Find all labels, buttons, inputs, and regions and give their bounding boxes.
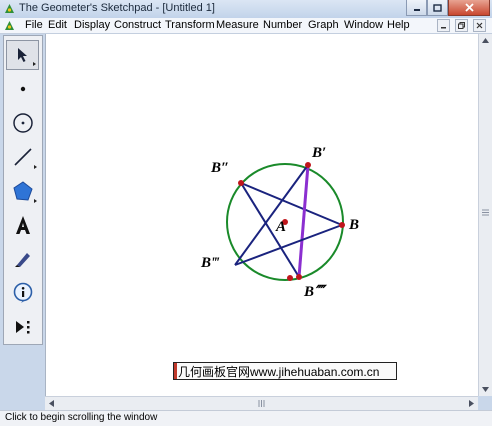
text-tool[interactable] — [6, 210, 39, 240]
status-text: Click to begin scrolling the window — [5, 412, 158, 423]
arrow-down-icon — [482, 387, 489, 392]
custom-tool-icon — [15, 321, 29, 334]
grip-icon — [258, 400, 265, 407]
menu-window[interactable]: Window — [344, 19, 383, 31]
information-icon — [13, 282, 32, 303]
menu-construct[interactable]: Construct — [114, 19, 161, 31]
restore-icon — [458, 22, 465, 29]
minimize-button[interactable] — [406, 0, 427, 16]
menu-display[interactable]: Display — [74, 19, 110, 31]
menu-file[interactable]: File — [25, 19, 43, 31]
maximize-button[interactable] — [427, 0, 448, 16]
polygon-tool[interactable] — [6, 176, 39, 206]
scroll-up-button[interactable] — [479, 34, 492, 47]
arrow-up-icon — [482, 38, 489, 43]
marker-tool[interactable] — [6, 244, 39, 274]
point-b-prime[interactable] — [305, 162, 311, 168]
label-b-triple-prime[interactable]: B‴ — [201, 255, 219, 272]
label-b-double-prime[interactable]: B″ — [211, 160, 229, 177]
text-icon — [15, 216, 30, 234]
point-b-double-prime[interactable] — [238, 180, 244, 186]
star-segment-b-b2[interactable] — [240, 182, 343, 226]
window-title: The Geometer's Sketchpad - [Untitled 1] — [19, 2, 215, 14]
tool-menu-indicator — [33, 62, 36, 66]
document-icon[interactable] — [4, 20, 15, 31]
polygon-icon — [12, 181, 33, 201]
vertical-scrollbar[interactable] — [478, 34, 492, 396]
arrow-right-icon — [469, 400, 474, 407]
app-icon — [5, 4, 14, 13]
document-close-button[interactable] — [473, 19, 486, 32]
horizontal-scrollbar[interactable] — [45, 396, 478, 410]
star-segment-b2-b4[interactable] — [240, 182, 300, 278]
scroll-right-button[interactable] — [465, 397, 478, 410]
menu-number[interactable]: Number — [263, 19, 302, 31]
close-icon — [476, 22, 483, 29]
compass-tool[interactable] — [6, 108, 39, 138]
scroll-down-button[interactable] — [479, 383, 492, 396]
minimize-icon — [413, 8, 420, 11]
compass-icon — [12, 113, 33, 133]
sketch-canvas[interactable]: A B B′ B″ B‴ B⁗ — [45, 34, 478, 396]
label-b[interactable]: B — [349, 217, 359, 234]
arrow-icon — [17, 48, 27, 62]
scroll-thumb-grip[interactable] — [255, 397, 268, 410]
toolbox — [3, 35, 43, 345]
maximize-icon — [433, 3, 442, 12]
straightedge-tool[interactable] — [6, 142, 39, 172]
point-icon — [20, 86, 25, 92]
arrow-select-tool[interactable] — [6, 40, 39, 70]
title-bar: The Geometer's Sketchpad - [Untitled 1] — [0, 0, 492, 18]
menu-help[interactable]: Help — [387, 19, 410, 31]
close-icon — [464, 3, 474, 12]
minimize-icon — [441, 27, 446, 29]
arrow-left-icon — [49, 400, 54, 407]
watermark: 几何画板官网www.jihehuaban.com.cn — [173, 362, 397, 380]
label-b-quadruple-prime[interactable]: B⁗ — [304, 282, 324, 301]
point-tool[interactable] — [6, 74, 39, 104]
star-segment-b4-b1[interactable] — [297, 164, 310, 278]
scroll-left-button[interactable] — [45, 397, 58, 410]
point-b-triple-prime[interactable] — [287, 275, 293, 281]
point-b-quadruple-prime[interactable] — [296, 274, 302, 280]
marker-icon — [14, 253, 30, 267]
menu-bar: File Edit Display Construct Transform Me… — [0, 18, 492, 34]
document-minimize-button[interactable] — [437, 19, 450, 32]
tool-menu-indicator — [34, 165, 37, 169]
close-button[interactable] — [448, 0, 490, 16]
grip-icon — [482, 209, 489, 216]
menu-measure[interactable]: Measure — [216, 19, 259, 31]
status-bar: Click to begin scrolling the window — [0, 410, 492, 426]
point-b[interactable] — [339, 222, 345, 228]
tool-menu-indicator — [34, 199, 37, 203]
document-restore-button[interactable] — [455, 19, 468, 32]
menu-edit[interactable]: Edit — [48, 19, 67, 31]
straightedge-icon — [13, 148, 32, 166]
label-a[interactable]: A — [276, 219, 286, 236]
sketch-figure — [226, 162, 345, 281]
scroll-thumb-grip[interactable] — [479, 206, 492, 219]
custom-tool[interactable] — [6, 312, 39, 342]
menu-graph[interactable]: Graph — [308, 19, 339, 31]
information-tool[interactable] — [6, 278, 39, 308]
menu-transform[interactable]: Transform — [165, 19, 215, 31]
label-b-prime[interactable]: B′ — [312, 145, 326, 162]
window-controls — [406, 0, 490, 17]
